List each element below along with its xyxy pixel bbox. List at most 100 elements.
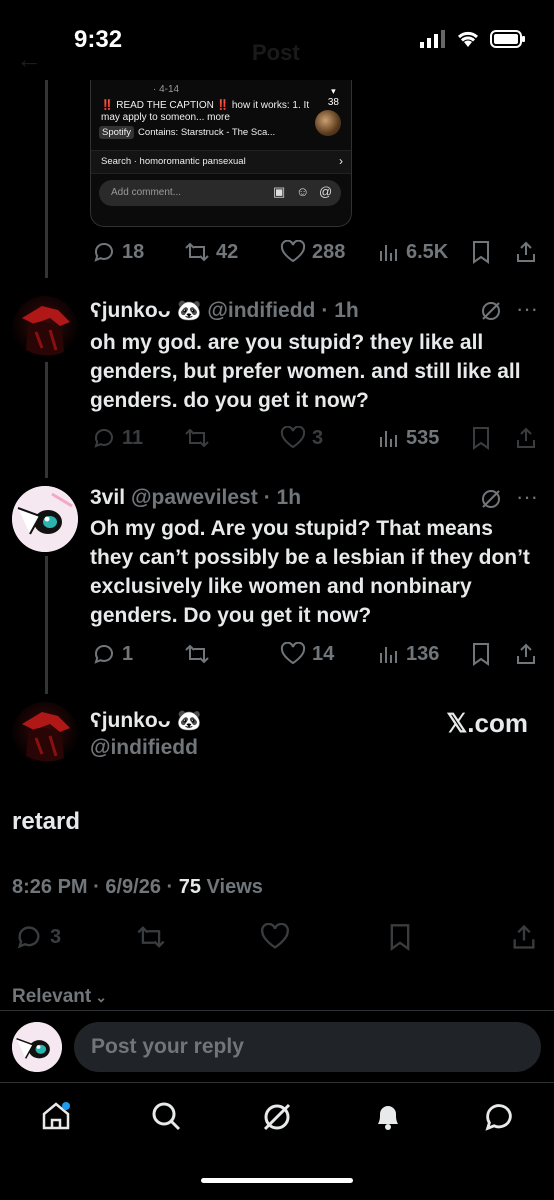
bookmark-button[interactable] xyxy=(471,240,491,264)
like-button[interactable]: 288 xyxy=(280,240,345,264)
repost-icon xyxy=(185,428,209,448)
grok-icon xyxy=(263,1103,291,1131)
embed-like-count: ▾ 38 xyxy=(327,86,339,108)
grok-icon[interactable] xyxy=(480,488,502,510)
share-icon xyxy=(517,427,535,448)
main-actions: 3 xyxy=(0,922,554,952)
share-button[interactable] xyxy=(514,642,538,666)
avatar[interactable] xyxy=(12,296,78,362)
avatar-art xyxy=(22,306,70,356)
reply2-actions: 1 14 136 xyxy=(0,640,554,668)
signal-icon xyxy=(420,30,445,48)
bookmark-button[interactable] xyxy=(388,923,412,951)
views-icon xyxy=(380,647,397,663)
display-name[interactable]: ʕjunkoᴗ xyxy=(90,299,171,323)
search-icon xyxy=(152,1102,181,1131)
repost-button[interactable] xyxy=(136,924,166,950)
reply2-header: 3vil @pawevilest · 1h xyxy=(90,486,301,510)
embed-search-text: Search · homoromantic pansexual xyxy=(101,156,246,167)
home-indicator xyxy=(201,1178,353,1183)
views-button[interactable]: 136 xyxy=(378,643,439,666)
repost-icon xyxy=(137,926,165,948)
like-button[interactable] xyxy=(260,923,290,951)
grok-icon[interactable] xyxy=(480,300,502,322)
reply-button[interactable]: 3 xyxy=(14,923,61,951)
emoji-icon[interactable]: ☺ xyxy=(296,184,309,199)
views-button[interactable]: 6.5K xyxy=(378,241,448,264)
notifications-tab[interactable] xyxy=(372,1100,404,1137)
repost-button[interactable]: 42 xyxy=(184,241,238,264)
search-tab[interactable] xyxy=(150,1100,182,1137)
main-author-name[interactable]: ʕjunkoᴗ 🐼 xyxy=(90,708,201,733)
main-post-text: retard xyxy=(12,808,81,835)
chevron-right-icon: › xyxy=(339,154,343,168)
like-button[interactable]: 14 xyxy=(280,642,334,666)
views-icon xyxy=(380,431,397,447)
heart-icon xyxy=(261,923,289,949)
embedded-media-card[interactable]: · 4-14 ▾ 38 ‼️ READ THE CAPTION ‼️ how i… xyxy=(90,80,352,227)
embed-search-bar[interactable]: Search · homoromantic pansexual › xyxy=(91,150,351,174)
chat-icon xyxy=(485,1104,512,1131)
share-button[interactable] xyxy=(514,240,538,264)
reply-button[interactable]: 11 xyxy=(92,426,143,450)
avatar[interactable] xyxy=(12,486,78,552)
home-icon xyxy=(42,1102,70,1130)
chevron-down-icon: ⌄ xyxy=(95,988,107,1005)
status-icons xyxy=(420,30,526,48)
home-tab[interactable] xyxy=(40,1100,72,1137)
reply1-actions: 11 3 535 xyxy=(0,424,554,452)
bookmark-icon xyxy=(473,427,489,450)
share-button[interactable] xyxy=(510,923,538,951)
thread-line xyxy=(45,360,48,478)
main-author-handle[interactable]: @indifiedd xyxy=(90,736,198,760)
share-button[interactable] xyxy=(514,426,538,450)
repost-icon xyxy=(185,242,209,262)
embed-thumbnail xyxy=(315,110,341,136)
embed-comment-field[interactable]: Add comment... ▣ ☺ @ xyxy=(99,180,341,206)
heart-icon xyxy=(280,426,306,449)
bookmark-button[interactable] xyxy=(471,642,491,666)
repost-icon xyxy=(185,644,209,664)
timestamp: · 1h xyxy=(263,486,302,509)
grok-tab[interactable] xyxy=(260,1100,294,1139)
reply-button[interactable]: 18 xyxy=(92,240,144,264)
my-avatar[interactable] xyxy=(12,1022,62,1072)
avatar-art xyxy=(12,1022,62,1072)
handle[interactable]: @pawevilest xyxy=(131,486,258,510)
avatar-art xyxy=(12,486,78,552)
handle[interactable]: @indifiedd xyxy=(207,299,315,323)
spotify-tag: Spotify xyxy=(99,126,135,139)
more-icon[interactable]: ··· xyxy=(516,484,538,510)
repost-button[interactable] xyxy=(184,427,210,449)
header-title: Post xyxy=(252,40,300,65)
embed-caption: ‼️ READ THE CAPTION ‼️ how it works: 1. … xyxy=(101,100,310,123)
bottom-nav xyxy=(0,1096,554,1140)
back-arrow-icon[interactable]: ← xyxy=(16,44,42,75)
post-actions: 18 42 288 6.5K xyxy=(0,238,554,266)
reply-button[interactable]: 1 xyxy=(92,642,133,666)
messages-tab[interactable] xyxy=(482,1100,516,1139)
bell-icon xyxy=(378,1106,398,1130)
views-button[interactable]: 535 xyxy=(378,427,439,450)
battery-icon xyxy=(490,30,525,48)
like-button[interactable]: 3 xyxy=(280,426,323,450)
reply-icon xyxy=(94,243,113,262)
display-name[interactable]: 3vil xyxy=(90,486,125,510)
bookmark-icon xyxy=(390,924,410,951)
reply1-header: ʕjunkoᴗ 🐼 @indifiedd · 1h xyxy=(90,298,359,323)
image-icon[interactable]: ▣ xyxy=(273,184,285,200)
share-icon xyxy=(517,241,535,262)
views-icon xyxy=(380,245,397,261)
panda-emoji-icon: 🐼 xyxy=(176,300,202,322)
repost-button[interactable] xyxy=(184,643,210,665)
timestamp: · 1h xyxy=(321,298,359,322)
reply-icon xyxy=(94,429,113,448)
more-icon[interactable]: ··· xyxy=(516,296,538,322)
avatar[interactable] xyxy=(12,702,78,768)
bookmark-button[interactable] xyxy=(471,426,491,450)
status-time: 9:32 xyxy=(74,26,123,53)
reply-input[interactable]: Post your reply xyxy=(74,1022,541,1072)
reply-icon xyxy=(17,926,40,949)
sort-dropdown[interactable]: Relevant ⌄ xyxy=(12,986,107,1008)
mention-icon[interactable]: @ xyxy=(319,184,332,199)
